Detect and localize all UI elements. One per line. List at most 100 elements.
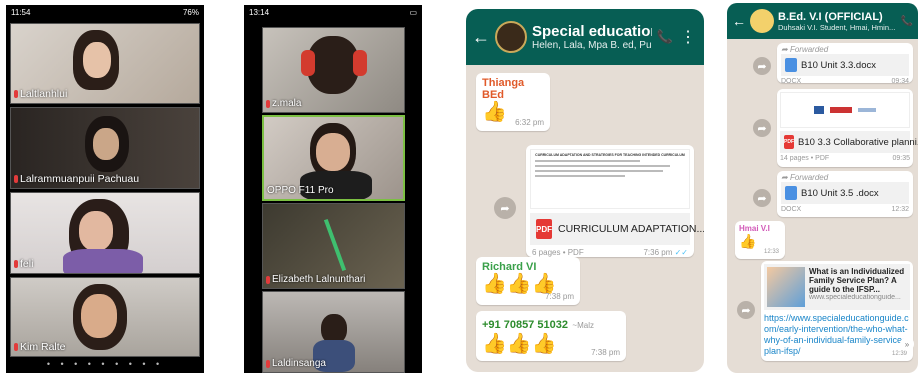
doc-file-icon: [785, 58, 797, 72]
document-file-name: B10 3.3 Collaborative planni...: [798, 136, 918, 148]
zoom-call-screen-1: 11:54 76% Laltlanhlui Lalrammuanpuii Pac…: [6, 5, 204, 373]
forward-icon[interactable]: ➦: [753, 57, 771, 75]
document-heading: CURRICULUM ADAPTATION AND STRATEGIES FOR…: [535, 153, 685, 157]
participant-name: Kim Ralte: [20, 341, 66, 353]
forwarded-label: ➦ Forwarded: [781, 45, 829, 54]
chat-title: B.Ed. V.I (OFFICIAL): [778, 10, 883, 23]
video-tile-active-speaker[interactable]: OPPO F11 Pro: [262, 115, 405, 201]
pdf-message-bubble[interactable]: PDF B10 3.3 Collaborative planni... 14 pa…: [777, 89, 918, 167]
page-indicator[interactable]: • • • • • • • • •: [6, 359, 204, 369]
status-time: 11:54: [11, 7, 31, 17]
read-receipt-icon: ✓✓: [674, 248, 688, 257]
message-sender: Richard VI: [482, 261, 537, 273]
participant-name: z.mala: [272, 98, 302, 109]
video-tile[interactable]: Kim Ralte: [10, 277, 200, 357]
mic-muted-icon: [14, 343, 18, 351]
thumbs-up-emoji: 👍: [739, 233, 757, 249]
link-title: What is an Individualized Family Service…: [809, 267, 905, 294]
participant-name: Elizabeth Lalnunthari: [272, 274, 366, 285]
chat-members: Helen, Lala, Mpa B. ed, Puia VI, Ri...: [532, 40, 652, 51]
group-avatar[interactable]: [495, 21, 527, 53]
document-meta: 14 pages • PDF: [780, 155, 830, 162]
document-preview[interactable]: [780, 92, 910, 128]
participant-name: OPPO F11 Pro: [267, 185, 334, 196]
forward-icon[interactable]: ➦: [753, 119, 771, 137]
forwarded-label: ➦ Forwarded: [781, 173, 829, 182]
participant-name: feli: [20, 258, 34, 270]
document-preview[interactable]: CURRICULUM ADAPTATION AND STRATEGIES FOR…: [530, 149, 690, 209]
mic-muted-icon: [266, 275, 270, 284]
chat-title-block[interactable]: B.Ed. V.I (OFFICIAL) Duhsaki V.I. Studen…: [778, 11, 897, 32]
scroll-down-button[interactable]: »: [900, 337, 914, 351]
document-meta: DOCX: [781, 206, 802, 213]
message-sender: Thianga BEd: [482, 77, 525, 101]
message-bubble[interactable]: Hmai V.I 👍 12:33: [735, 221, 785, 259]
video-tile[interactable]: feli: [10, 192, 200, 274]
mic-muted-icon: [14, 175, 18, 183]
zoom-call-screen-2: 13:14 ▭ z.mala OPPO F11 Pro Elizabeth La…: [244, 5, 422, 373]
message-time: 12:32: [891, 206, 909, 213]
mic-muted-icon: [266, 359, 270, 368]
document-row[interactable]: B10 Unit 3.3.docx: [781, 54, 909, 76]
sender-push-name: ~Malz: [572, 321, 594, 330]
document-row[interactable]: PDF CURRICULUM ADAPTATION...: [530, 213, 704, 245]
chat-title-block[interactable]: Special education VI 2... Helen, Lala, M…: [532, 23, 652, 51]
forward-icon[interactable]: ➦: [494, 197, 516, 219]
message-time: 09:34: [891, 78, 909, 85]
add-call-icon[interactable]: 📞: [901, 16, 913, 27]
chat-members: Duhsaki V.I. Student, Hmai, Hmin...: [778, 22, 896, 32]
video-tile[interactable]: Laldinsanga: [262, 291, 405, 373]
status-bar: 11:54 76%: [6, 5, 204, 19]
mic-muted-icon: [14, 90, 18, 98]
more-options-icon[interactable]: ⋮: [678, 27, 698, 47]
add-call-icon[interactable]: 📞: [657, 29, 673, 45]
document-file-name: B10 Unit 3.5 .docx: [801, 187, 879, 199]
message-time: 7:36 pm: [643, 248, 673, 257]
link-message-bubble[interactable]: What is an Individualized Family Service…: [761, 261, 913, 361]
message-bubble[interactable]: +91 70857 51032 ~Malz 👍👍👍 7:38 pm: [476, 311, 626, 361]
chat-header: ← B.Ed. V.I (OFFICIAL) Duhsaki V.I. Stud…: [727, 3, 918, 39]
status-time: 13:14: [249, 7, 270, 17]
group-avatar[interactable]: [750, 9, 774, 33]
battery-icon: ▭: [409, 7, 417, 17]
video-tile[interactable]: Laltlanhlui: [10, 23, 200, 104]
message-time: 6:32 pm: [515, 118, 544, 127]
message-time: 09:35: [892, 155, 910, 162]
video-tile[interactable]: Elizabeth Lalnunthari: [262, 203, 405, 289]
pdf-file-icon: PDF: [784, 135, 794, 149]
back-arrow-icon[interactable]: ←: [472, 27, 490, 48]
whatsapp-chat-screen-1: ← Special education VI 2... Helen, Lala,…: [466, 9, 704, 372]
document-meta: DOCX: [781, 78, 802, 85]
status-bar: 13:14 ▭: [244, 5, 422, 19]
doc-file-icon: [785, 186, 797, 200]
participant-name: Lalrammuanpuii Pachuau: [20, 173, 140, 185]
video-tile[interactable]: Lalrammuanpuii Pachuau: [10, 107, 200, 189]
message-bubble[interactable]: Thianga BEd 👍 6:32 pm: [476, 73, 550, 131]
mic-muted-icon: [266, 99, 270, 108]
link-thumbnail: [767, 267, 805, 307]
link-domain: www.specialeducationguide...: [809, 294, 901, 301]
document-row[interactable]: B10 Unit 3.5 .docx: [781, 182, 909, 204]
document-file-name: CURRICULUM ADAPTATION...: [558, 223, 704, 235]
battery-level: 76%: [182, 7, 199, 17]
document-row[interactable]: PDF B10 3.3 Collaborative planni...: [780, 131, 918, 153]
document-message-bubble[interactable]: ➦ Forwarded B10 Unit 3.5 .docx DOCX 12:32: [777, 171, 913, 217]
pdf-file-icon: PDF: [536, 219, 552, 239]
link-url[interactable]: https://www.specialeducationguide.com/ea…: [764, 313, 910, 357]
forward-icon[interactable]: ➦: [753, 189, 771, 207]
participant-name: Laltlanhlui: [20, 88, 68, 100]
chat-header: ← Special education VI 2... Helen, Lala,…: [466, 9, 704, 65]
video-tile[interactable]: z.mala: [262, 27, 405, 113]
pdf-message-bubble[interactable]: CURRICULUM ADAPTATION AND STRATEGIES FOR…: [526, 145, 704, 257]
message-time: 7:38 pm: [545, 292, 574, 301]
link-preview[interactable]: What is an Individualized Family Service…: [764, 264, 910, 310]
message-sender: Hmai V.I: [739, 224, 770, 233]
message-bubble[interactable]: Richard VI 👍👍👍 7:38 pm: [476, 257, 580, 305]
forward-icon[interactable]: ➦: [737, 301, 755, 319]
back-arrow-icon[interactable]: ←: [732, 13, 746, 29]
message-time: 12:39: [891, 351, 907, 357]
document-message-bubble[interactable]: ➦ Forwarded B10 Unit 3.3.docx DOCX 09:34: [777, 43, 913, 85]
whatsapp-chat-screen-2: ← B.Ed. V.I (OFFICIAL) Duhsaki V.I. Stud…: [727, 3, 918, 373]
document-meta: 6 pages • PDF: [532, 248, 584, 257]
chat-title: Special education VI 2...: [532, 23, 652, 40]
